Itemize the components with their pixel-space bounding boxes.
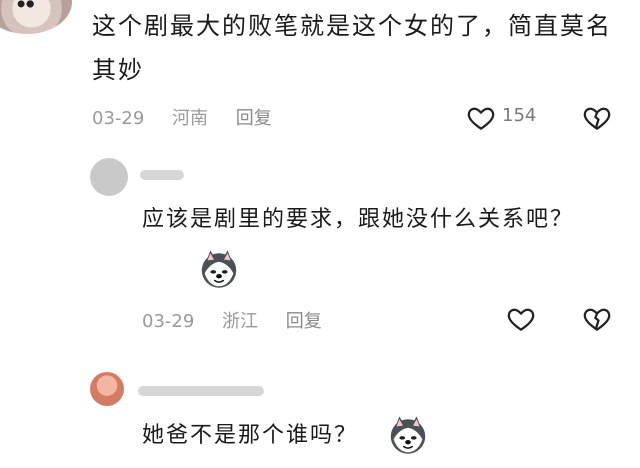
husky-emoji (390, 416, 426, 454)
broken-heart-icon[interactable] (582, 103, 612, 133)
reply-username[interactable] (138, 386, 264, 396)
avatar[interactable] (0, 0, 72, 34)
comment-date: 03-29 (92, 108, 145, 129)
reply-date: 03-29 (142, 311, 195, 332)
comment-location: 河南 (172, 108, 209, 129)
reply-avatar[interactable] (90, 158, 128, 196)
husky-emoji (201, 250, 237, 288)
like-count: 154 (502, 105, 537, 126)
reply-button[interactable]: 回复 (236, 108, 272, 129)
reply-avatar[interactable] (90, 372, 124, 406)
reply-text: 应该是剧里的要求，跟她没什么关系吧？ (142, 207, 575, 232)
reply-button[interactable]: 回复 (286, 311, 322, 332)
broken-heart-icon[interactable] (582, 304, 612, 334)
reply-username[interactable] (140, 170, 184, 180)
comment-text: 这个剧最大的败笔就是这个女的了，简直莫名其妙 (92, 12, 612, 84)
heart-icon[interactable] (506, 304, 536, 334)
comment-meta: 03-29 河南 回复 (92, 104, 272, 130)
reply-location: 浙江 (222, 311, 259, 332)
reply-meta: 03-29 浙江 回复 (142, 307, 322, 333)
reply-text: 她爸不是那个谁吗？ (142, 423, 359, 448)
heart-icon[interactable] (466, 103, 496, 133)
